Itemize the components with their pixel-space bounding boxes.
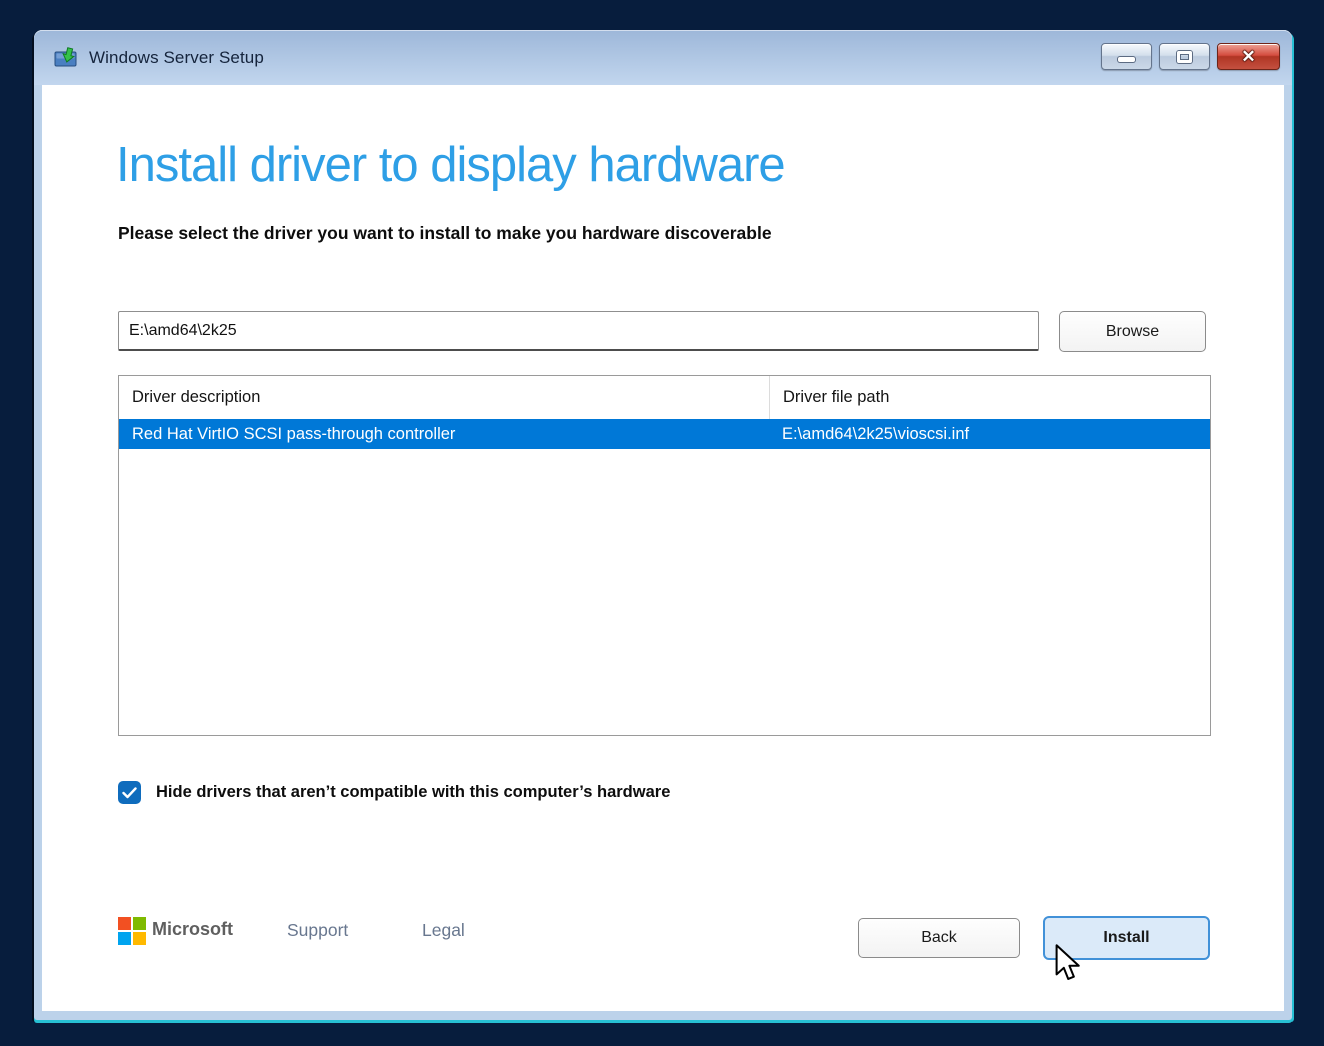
microsoft-logo [118, 917, 146, 945]
microsoft-logo-square-green [133, 917, 146, 930]
microsoft-logo-square-red [118, 917, 131, 930]
driver-list-header: Driver description Driver file path [119, 376, 1210, 419]
microsoft-logo-square-yellow [133, 932, 146, 945]
back-button[interactable]: Back [858, 918, 1020, 958]
page-title: Install driver to display hardware [116, 137, 785, 193]
page-subtitle: Please select the driver you want to ins… [118, 223, 772, 244]
microsoft-brand-label: Microsoft [152, 919, 233, 940]
window-title: Windows Server Setup [89, 48, 264, 68]
driver-row-selected[interactable]: Red Hat VirtIO SCSI pass-through control… [119, 419, 1210, 449]
setup-window: Windows Server Setup ✕ Install driver to… [34, 30, 1292, 1020]
driver-path-cell: E:\amd64\2k25\vioscsi.inf [769, 425, 1210, 444]
browse-button[interactable]: Browse [1059, 311, 1206, 352]
hide-incompatible-row: Hide drivers that aren’t compatible with… [118, 781, 670, 804]
column-header-description[interactable]: Driver description [119, 388, 769, 407]
close-button[interactable]: ✕ [1217, 43, 1280, 70]
minimize-button[interactable] [1101, 43, 1152, 70]
window-controls: ✕ [1101, 43, 1280, 70]
close-icon: ✕ [1241, 48, 1255, 65]
maximize-icon [1177, 51, 1192, 63]
driver-description-cell: Red Hat VirtIO SCSI pass-through control… [119, 425, 769, 444]
driver-path-input[interactable] [118, 311, 1039, 351]
titlebar[interactable]: Windows Server Setup ✕ [34, 30, 1292, 85]
hide-incompatible-label: Hide drivers that aren’t compatible with… [156, 783, 670, 802]
driver-list[interactable]: Driver description Driver file path Red … [118, 375, 1211, 736]
mouse-cursor [1054, 944, 1082, 982]
hide-incompatible-checkbox[interactable] [118, 781, 141, 804]
column-header-path[interactable]: Driver file path [769, 376, 1210, 419]
desktop: { "window": { "title": "Windows Server S… [0, 0, 1324, 1046]
legal-link[interactable]: Legal [422, 920, 465, 941]
microsoft-logo-square-blue [118, 932, 131, 945]
maximize-button[interactable] [1159, 43, 1210, 70]
support-link[interactable]: Support [287, 920, 348, 941]
checkmark-icon [122, 787, 137, 799]
dialog-content: Install driver to display hardware Pleas… [42, 85, 1284, 1011]
setup-install-icon [54, 47, 78, 69]
minimize-icon [1118, 57, 1135, 62]
